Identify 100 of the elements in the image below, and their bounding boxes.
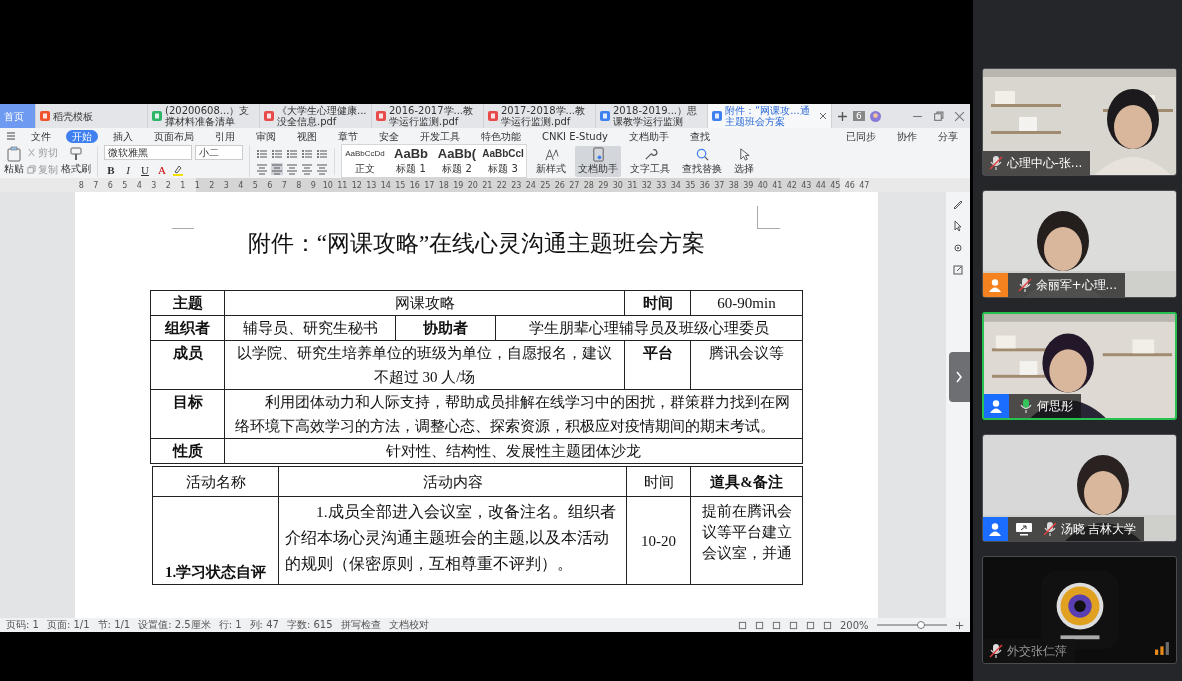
list-icon[interactable] [316, 147, 328, 160]
menu-icon[interactable] [6, 131, 16, 141]
toolbar-button[interactable]: 文字工具 [627, 145, 673, 177]
menu-tab[interactable]: 开发工具 [414, 129, 466, 143]
document-tab[interactable]: (20200608...）支撑材料准备清单 [148, 104, 260, 128]
file-icon [264, 111, 274, 121]
table-cell: 以学院、研究生培养单位的班级为单位，自愿报名，建议不超过 30 人/场 [225, 341, 625, 390]
table-cell: 目标 [151, 390, 225, 439]
menu-tab[interactable]: 页面布局 [148, 129, 200, 143]
table-cell: 主题 [151, 291, 225, 316]
video-tile[interactable]: 心理中心-张... [981, 68, 1177, 176]
align-icon[interactable] [286, 162, 298, 175]
menu-tab[interactable]: 引用 [209, 129, 241, 143]
format-button[interactable]: U [138, 163, 152, 177]
zoom-in-icon[interactable] [954, 620, 964, 630]
menu-tab[interactable]: 审阅 [250, 129, 282, 143]
table-cell: 辅导员、研究生秘书 [225, 316, 396, 341]
video-tile[interactable]: 余丽军+心理... [981, 190, 1177, 298]
status-item: 页码: 1 [6, 618, 39, 632]
close-icon[interactable] [953, 110, 965, 122]
video-tile[interactable]: 何思彤 [981, 312, 1177, 420]
column-header: 时间 [627, 467, 691, 497]
file-icon [488, 111, 498, 121]
file-icon [152, 111, 162, 121]
add-tab-icon[interactable] [837, 110, 848, 122]
style-option[interactable]: AaBbCcI 标题 3 [481, 146, 525, 176]
signal-icon [1154, 642, 1170, 655]
document-tab[interactable]: 稻壳模板 [36, 104, 148, 128]
align-icon[interactable] [271, 162, 283, 175]
document-title: 附件：“网课攻略”在线心灵沟通主题班会方案 [246, 230, 707, 258]
document-tab[interactable]: 2017-2018学...教学运行监测.pdf [484, 104, 596, 128]
share-icon[interactable] [951, 264, 964, 276]
pen-icon[interactable] [951, 198, 964, 210]
align-icon[interactable] [301, 162, 313, 175]
list-icon[interactable] [286, 147, 298, 160]
menu-tab[interactable]: 查找 [683, 129, 716, 143]
zoom-level[interactable]: 200% [839, 619, 869, 631]
menu-tab[interactable]: 章节 [332, 129, 364, 143]
margin-mark [757, 206, 780, 229]
menu-tab[interactable]: CNKI E-Study [536, 129, 614, 143]
style-option[interactable]: AaBbCcDd 正文 [343, 146, 387, 176]
list-icon[interactable] [301, 147, 313, 160]
toolbar-button[interactable]: 查找替换 [679, 145, 725, 177]
restore-icon[interactable] [932, 110, 944, 122]
list-icon[interactable] [271, 147, 283, 160]
document-tab[interactable]: 附件：“网课攻...通主题班会方案 [708, 104, 832, 128]
close-icon[interactable] [819, 112, 827, 120]
menu-action[interactable]: 分享 [931, 129, 964, 143]
format-button[interactable]: I [121, 163, 135, 177]
column-header: 活动名称 [153, 467, 279, 497]
document-tab[interactable]: 《大学生心理健康...没全信息.pdf [260, 104, 372, 128]
video-tile[interactable]: 汤晓 吉林大学 [981, 434, 1177, 542]
table-cell: 1.成员全部进入会议室，改备注名。组织者介绍本场心灵沟通主题班会的主题,以及本活动的规则（保密原则，互相尊重不评判）。 [279, 497, 627, 585]
table-cell: 针对性、结构性、发展性主题团体沙龙 [225, 439, 803, 464]
cursor-icon[interactable] [951, 220, 964, 232]
paste-button[interactable]: 粘贴 [4, 146, 24, 176]
status-item: 拼写检查 [340, 618, 381, 632]
style-option[interactable]: AaBb( 标题 2 [435, 146, 479, 176]
clipboard-icon [6, 146, 22, 162]
list-icon[interactable] [256, 147, 268, 160]
font-field[interactable]: 微软雅黑 [104, 145, 192, 160]
menu-action[interactable]: 协作 [890, 129, 923, 143]
collapse-handle[interactable] [948, 352, 970, 402]
scissors-icon [27, 148, 36, 157]
menu-tab[interactable]: 特色功能 [475, 129, 527, 143]
participant-name: 汤晓 吉林大学 [1060, 520, 1137, 538]
toolbar-button[interactable]: 文档助手 [575, 145, 621, 177]
menu-tab[interactable]: 文件 [25, 129, 57, 143]
menu-tab[interactable]: 插入 [107, 129, 139, 143]
format-button[interactable]: A [155, 163, 169, 177]
status-item: 列: 47 [249, 618, 279, 632]
window-count[interactable]: 6 [853, 111, 865, 121]
align-icon[interactable] [316, 162, 328, 175]
participant-name: 何思彤 [1036, 397, 1073, 415]
menu-action[interactable]: 已同步 [839, 129, 882, 143]
document-tab[interactable]: 2016-2017学...教学运行监测.pdf [372, 104, 484, 128]
menu-tab[interactable]: 开始 [66, 129, 98, 143]
table-cell: 10-20 [627, 497, 691, 585]
document-icon [590, 146, 606, 162]
toolbar-button[interactable]: 新样式 [533, 145, 569, 177]
menu-tab[interactable]: 文档助手 [622, 129, 675, 143]
table-cell: 平台 [625, 341, 691, 390]
zoom-slider-thumb[interactable] [916, 621, 925, 629]
format-button[interactable]: B [104, 163, 118, 177]
menu-tab[interactable]: 安全 [373, 129, 405, 143]
highlight-icon[interactable] [172, 164, 184, 176]
font-size-field[interactable]: 小二 [195, 145, 243, 160]
align-icon[interactable] [256, 162, 268, 175]
menu-tab[interactable]: 视图 [291, 129, 323, 143]
table-cell: 网课攻略 [225, 291, 625, 316]
status-item: 行: 1 [218, 618, 242, 632]
style-option[interactable]: AaBb 标题 1 [389, 146, 433, 176]
toolbar-button[interactable]: 选择 [731, 145, 757, 177]
table-cell: 组织者 [151, 316, 225, 341]
video-tile[interactable]: 外交张仁萍 [981, 556, 1177, 664]
table-cell: 性质 [151, 439, 225, 464]
format-painter-button[interactable]: 格式刷 [61, 146, 91, 176]
status-item: 设置值: 2.5厘米 [138, 618, 211, 632]
avatar-icon[interactable] [869, 110, 881, 122]
table-cell: 腾讯会议等 [691, 341, 803, 390]
